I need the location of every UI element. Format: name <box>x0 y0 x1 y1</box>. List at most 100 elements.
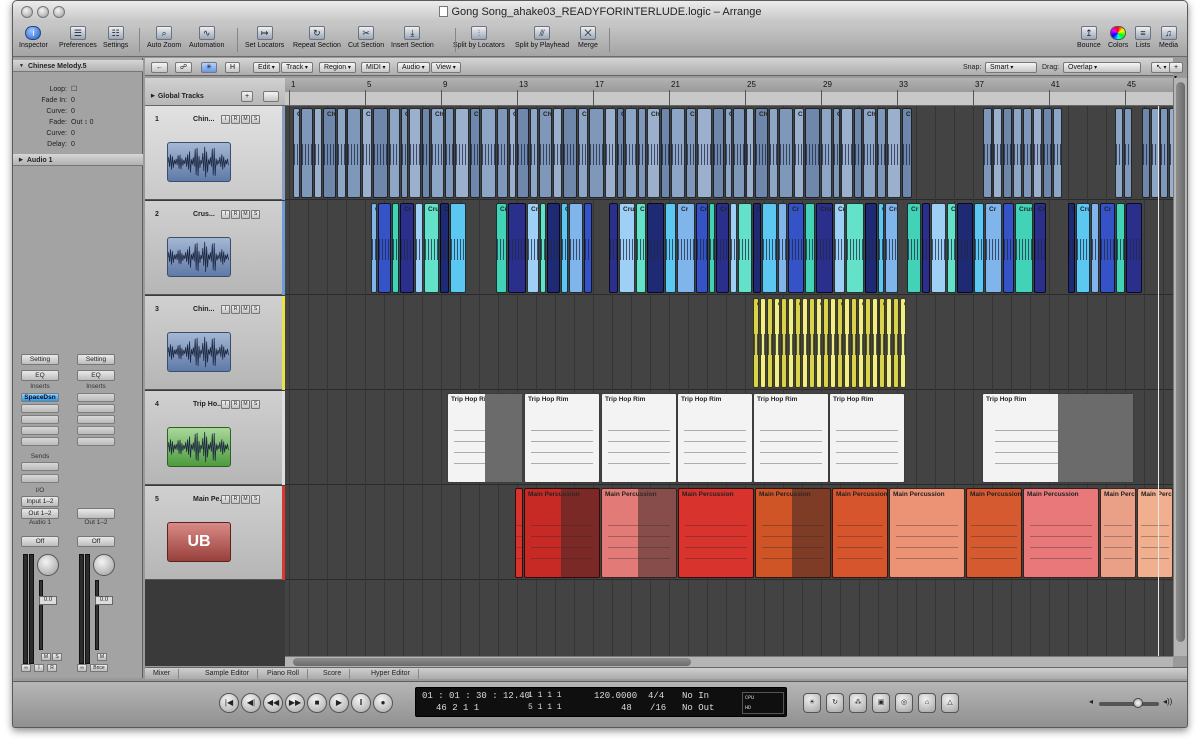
master-volume-slider[interactable] <box>1099 698 1159 708</box>
region[interactable]: Cr <box>985 203 1002 293</box>
menu-region[interactable]: Region <box>319 62 356 73</box>
low-latency-button[interactable]: ☀ <box>803 693 821 713</box>
region[interactable]: Chi <box>795 298 801 388</box>
record-button[interactable]: ● <box>373 693 393 713</box>
region[interactable] <box>530 108 538 198</box>
arrange-tool-button[interactable]: H <box>225 62 241 73</box>
insert-slot[interactable] <box>77 415 115 424</box>
region[interactable] <box>481 108 496 198</box>
volume-value[interactable]: 0.0 <box>39 596 57 605</box>
solo-button[interactable]: S <box>251 305 260 314</box>
region[interactable] <box>1003 108 1012 198</box>
region[interactable] <box>314 108 322 198</box>
param-value[interactable]: 0 <box>71 139 75 150</box>
strip-bottom-button[interactable]: ∞ <box>77 664 87 672</box>
repeat-section-button[interactable]: ↻ Repeat Section <box>293 26 341 49</box>
region[interactable] <box>841 108 853 198</box>
region[interactable] <box>872 298 878 388</box>
transport-display[interactable]: 01 : 01 : 30 : 12.40 46 2 1 1 1 1 1 1 5 … <box>415 687 787 717</box>
region[interactable]: Chi <box>725 108 732 198</box>
region[interactable] <box>1003 203 1014 293</box>
region[interactable] <box>1091 203 1099 293</box>
region[interactable] <box>974 203 984 293</box>
output-button[interactable]: Out 1–2 <box>21 508 59 519</box>
region[interactable]: Crus <box>561 203 568 293</box>
mute-button[interactable]: M <box>241 400 250 409</box>
region[interactable] <box>865 203 877 293</box>
region[interactable] <box>337 108 346 198</box>
region[interactable]: Chi <box>617 108 624 198</box>
tab-sample-editor[interactable]: Sample Editor <box>197 669 258 679</box>
region[interactable] <box>1033 108 1042 198</box>
region[interactable]: Chi <box>858 298 864 388</box>
strip-bottom-button[interactable]: Bnce <box>90 664 108 672</box>
mute-button[interactable]: M <box>241 210 250 219</box>
region[interactable]: Chi <box>293 108 300 198</box>
insert-slot[interactable] <box>77 404 115 413</box>
track-name[interactable]: Crus... <box>193 211 215 218</box>
region[interactable] <box>802 298 808 388</box>
region[interactable]: Crus <box>816 203 833 293</box>
region[interactable] <box>450 203 466 293</box>
zoom-window-button[interactable] <box>53 6 65 18</box>
region[interactable]: Chi <box>833 108 840 198</box>
region[interactable] <box>445 108 454 198</box>
merge-button[interactable]: ⨉ Merge <box>578 26 598 49</box>
region[interactable]: Main Percussion <box>889 488 965 578</box>
menu-midi[interactable]: MIDI <box>361 62 391 73</box>
insert-slot[interactable] <box>77 426 115 435</box>
setting-button[interactable]: Setting <box>21 354 59 365</box>
region[interactable] <box>697 108 712 198</box>
region[interactable] <box>830 298 836 388</box>
auto-zoom-button[interactable]: ⌕ Auto Zoom <box>147 26 181 49</box>
region[interactable]: Chi <box>837 298 843 388</box>
arrange-tool-button[interactable]: ☍ <box>175 62 193 73</box>
strip-bottom-button[interactable]: I <box>34 664 44 672</box>
split-by-playhead-button[interactable]: ⫻ Split by Playhead <box>515 26 569 49</box>
volume-value[interactable]: 0.0 <box>95 596 113 605</box>
region[interactable] <box>584 203 592 293</box>
previous-frame-button[interactable]: ◀| <box>241 693 261 713</box>
region[interactable]: Main Percussion <box>966 488 1022 578</box>
insert-slot[interactable] <box>21 426 59 435</box>
mute-button[interactable]: M <box>41 653 51 661</box>
record-enable-button[interactable]: R <box>231 210 240 219</box>
tab-mixer[interactable]: Mixer <box>145 669 180 679</box>
region[interactable]: Cr <box>1034 203 1046 293</box>
region[interactable] <box>569 203 583 293</box>
record-enable-button[interactable]: R <box>231 115 240 124</box>
strip-bottom-button[interactable]: ∞ <box>21 664 31 672</box>
input-monitor-button[interactable]: I <box>221 495 230 504</box>
region[interactable]: Trip Hop Rim <box>677 393 753 483</box>
settings-button[interactable]: ☷ Settings <box>103 26 128 49</box>
region[interactable]: Cr <box>907 203 921 293</box>
region[interactable] <box>762 203 777 293</box>
automation-mode-button[interactable]: Off <box>21 536 59 547</box>
track-header[interactable]: 1 Chin... I R M S <box>145 106 285 200</box>
solo-button[interactable]: S <box>52 653 62 661</box>
volume-fader[interactable] <box>95 580 99 650</box>
insert-section-button[interactable]: ⤓ Insert Section <box>391 26 434 49</box>
track-name[interactable]: Trip Ho... <box>193 401 223 408</box>
strip-bottom-button[interactable]: R <box>47 664 57 672</box>
insert-slot[interactable] <box>21 437 59 446</box>
region[interactable]: Cr <box>636 203 646 293</box>
region[interactable]: Cr <box>677 203 695 293</box>
region[interactable] <box>805 203 815 293</box>
region[interactable]: Chi <box>470 108 480 198</box>
vertical-scroll-thumb[interactable] <box>1176 82 1185 642</box>
region[interactable]: Cr <box>834 203 845 293</box>
arrange-area[interactable]: Chi Chi Chi Chi Chi Chi Chi Chi Chi Chi Chi Chi Chi C… <box>285 106 1173 656</box>
tab-hyper-editor[interactable]: Hyper Editor <box>363 669 419 679</box>
region[interactable] <box>709 203 715 293</box>
region[interactable] <box>1043 108 1052 198</box>
region[interactable] <box>779 108 793 198</box>
autopunch-button[interactable]: ⁂ <box>849 693 867 713</box>
region[interactable] <box>957 203 973 293</box>
region[interactable] <box>665 203 676 293</box>
param-value[interactable]: 0 <box>71 106 75 117</box>
pan-knob[interactable] <box>37 554 59 576</box>
region[interactable]: Trip Hop Rim <box>753 393 829 483</box>
region[interactable] <box>409 108 421 198</box>
region[interactable]: Trip Hop Rim <box>982 393 1134 483</box>
